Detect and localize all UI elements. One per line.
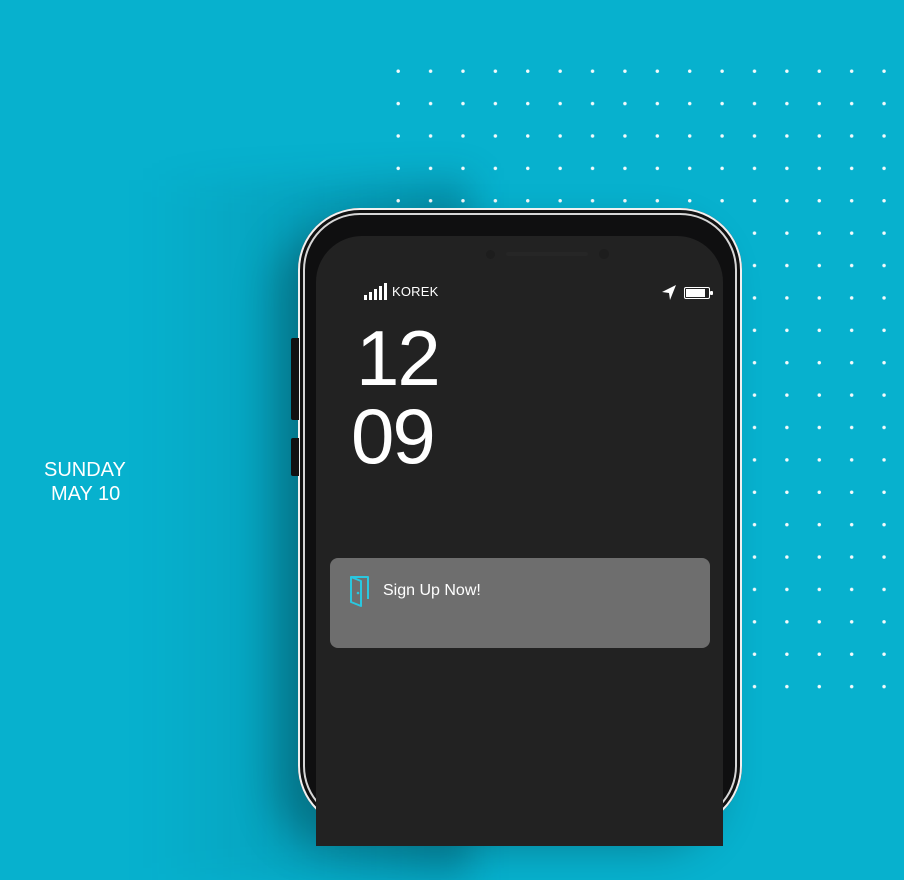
clock-hour: 12 xyxy=(356,314,441,402)
status-bar: KOREK xyxy=(364,283,723,303)
battery-icon xyxy=(684,287,713,299)
door-icon xyxy=(350,576,369,607)
notification-message: Sign Up Now! xyxy=(383,582,481,599)
location-arrow-icon xyxy=(662,285,676,300)
phone-mockup: KOREK 12 09 Sign Up Now! xyxy=(291,208,742,846)
side-button-lower xyxy=(291,438,299,476)
clock-minute: 09 xyxy=(351,392,436,480)
notification-card[interactable]: Sign Up Now! xyxy=(330,558,710,648)
carrier-name: KOREK xyxy=(392,284,439,299)
phone-screen: KOREK 12 09 Sign Up Now! xyxy=(316,236,723,846)
signal-bars-icon xyxy=(364,283,387,300)
lock-screen-date: MAY 10 xyxy=(51,483,121,505)
earpiece xyxy=(506,252,588,256)
front-sensor xyxy=(486,250,495,259)
lock-screen-day: SUNDAY xyxy=(44,459,126,481)
front-camera xyxy=(599,249,609,259)
lock-screen-clock: 12 09 xyxy=(351,319,461,475)
side-button-upper xyxy=(291,338,299,420)
